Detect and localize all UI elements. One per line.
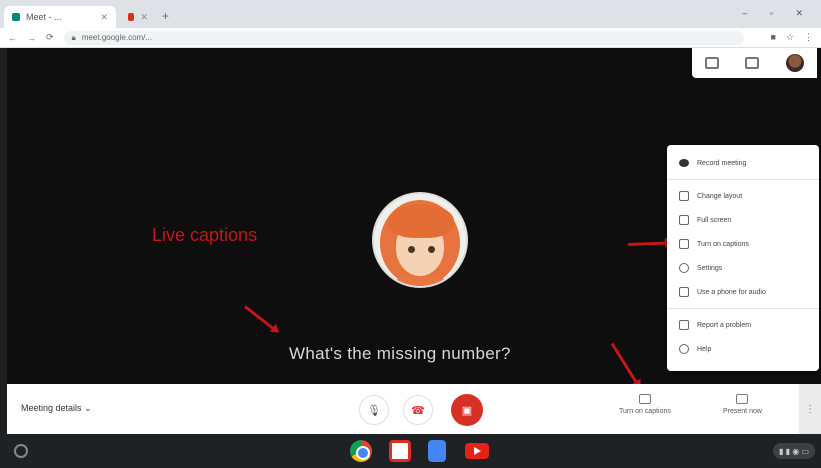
menu-item-turn-on-captions[interactable]: Turn on captions <box>667 232 819 256</box>
captions-icon <box>638 394 651 404</box>
url-text: meet.google.com/... <box>81 33 153 42</box>
menu-item-label: Report a problem <box>697 321 752 329</box>
captions-button-label: Turn on captions <box>619 408 671 415</box>
meeting-controls-bar: Meeting details ⌄ 🎙︎ ☎︎ ▣ Turn on captio… <box>7 384 821 434</box>
help-icon <box>679 344 689 354</box>
browser-tab-2[interactable]: ✕ <box>120 6 156 28</box>
menu-item-change-layout[interactable]: Change layout <box>667 184 819 208</box>
more-vert-icon: ⋮ <box>805 403 815 415</box>
menu-divider <box>667 179 819 180</box>
microphone-icon: 🎙︎ <box>367 404 381 417</box>
close-tab-icon[interactable]: ✕ <box>140 12 148 23</box>
menu-item-settings[interactable]: Settings <box>667 256 819 280</box>
meeting-details-button[interactable]: Meeting details ⌄ <box>21 403 92 414</box>
chrome-app-icon[interactable] <box>350 440 372 462</box>
more-options-menu: Record meeting Change layout Full screen… <box>667 145 819 371</box>
browser-tab-meet[interactable]: Meet - ... ✕ <box>4 6 116 28</box>
browser-menu-icon[interactable]: ⋮ <box>804 32 813 43</box>
leave-call-button[interactable]: ☎︎ <box>403 395 433 425</box>
star-icon[interactable]: ☆ <box>786 32 794 43</box>
tab-title: Meet - ... <box>26 12 62 22</box>
meeting-details-label: Meeting details <box>21 403 82 413</box>
reload-icon[interactable]: ⟳ <box>46 32 54 43</box>
menu-item-phone-audio[interactable]: Use a phone for audio <box>667 280 819 304</box>
live-caption-text: What's the missing number? <box>289 344 511 363</box>
menu-item-label: Full screen <box>697 216 732 224</box>
top-right-panel <box>692 48 817 78</box>
record-icon <box>679 159 689 167</box>
gear-icon <box>679 263 689 273</box>
fullscreen-icon <box>679 215 689 225</box>
present-button-label: Present now <box>723 408 762 415</box>
menu-item-label: Settings <box>697 264 723 272</box>
microphone-button[interactable]: 🎙︎ <box>359 395 389 425</box>
hang-up-icon: ☎︎ <box>411 404 425 417</box>
menu-item-report-problem[interactable]: Report a problem <box>667 313 819 337</box>
self-view-avatar[interactable] <box>785 54 804 72</box>
new-tab-icon[interactable]: + <box>162 9 169 23</box>
status-tray[interactable]: ▮ ▮ ◉ ▭ <box>772 443 815 459</box>
annotation-label: Live captions <box>152 225 258 245</box>
turn-on-captions-button[interactable]: Turn on captions <box>619 394 671 415</box>
menu-item-label: Turn on captions <box>697 240 749 248</box>
tab-favicon <box>128 13 135 21</box>
camera-off-icon: ▣ <box>461 404 473 417</box>
phone-icon <box>679 287 689 297</box>
meet-favicon <box>12 13 20 21</box>
chat-icon[interactable] <box>745 57 760 69</box>
address-bar[interactable]: 🔒︎ meet.google.com/... <box>63 30 744 45</box>
captions-icon <box>679 239 689 249</box>
lock-icon: 🔒︎ <box>71 32 76 42</box>
present-icon <box>736 394 749 404</box>
menu-item-label: Help <box>697 345 712 353</box>
report-icon <box>679 320 689 330</box>
menu-item-label: Change layout <box>697 192 743 200</box>
menu-item-label: Use a phone for audio <box>697 288 766 296</box>
browser-tabstrip: Meet - ... ✕ ✕ + – ▫ ✕ <box>0 0 821 28</box>
layout-icon <box>679 191 689 201</box>
present-now-button[interactable]: Present now <box>723 394 762 415</box>
chevron-down-icon: ⌄ <box>84 403 92 413</box>
menu-item-full-screen[interactable]: Full screen <box>667 208 819 232</box>
people-icon[interactable] <box>705 57 720 69</box>
back-icon[interactable]: ← <box>8 33 17 43</box>
close-tab-icon[interactable]: ✕ <box>100 12 108 23</box>
menu-divider <box>667 308 819 309</box>
camera-indicator-icon[interactable]: ■ <box>770 32 775 43</box>
forward-icon[interactable]: → <box>27 33 36 43</box>
camera-button[interactable]: ▣ <box>451 394 483 426</box>
menu-item-help[interactable]: Help <box>667 337 819 361</box>
youtube-app-icon[interactable] <box>465 443 489 459</box>
docs-app-icon[interactable] <box>428 440 446 462</box>
browser-toolbar: ← → ⟳ 🔒︎ meet.google.com/... ■ ☆ ⋮ <box>0 28 821 48</box>
launcher-icon[interactable] <box>14 444 28 458</box>
gmail-app-icon[interactable] <box>389 440 411 462</box>
participant-avatar <box>372 192 468 288</box>
menu-item-label: Record meeting <box>697 159 747 167</box>
window-controls[interactable]: – ▫ ✕ <box>742 8 813 19</box>
more-options-button[interactable]: ⋮ <box>799 384 821 434</box>
os-shelf: ▮ ▮ ◉ ▭ <box>0 434 821 468</box>
menu-item-record[interactable]: Record meeting <box>667 151 819 175</box>
